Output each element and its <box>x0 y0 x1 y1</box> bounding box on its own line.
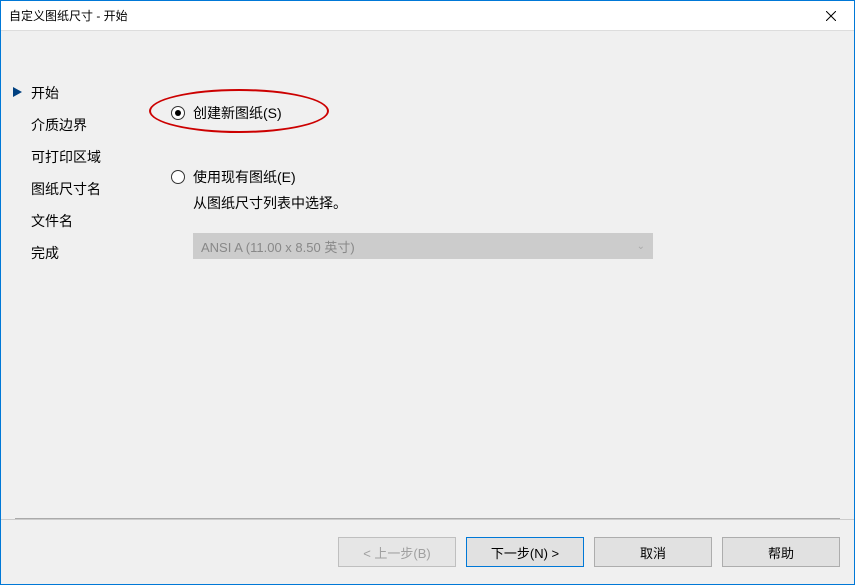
content-area: 开始 介质边界 可打印区域 图纸尺寸名 文件名 完成 创建新图纸(S) 使用现有… <box>1 31 854 519</box>
back-button: < 上一步(B) <box>338 537 456 567</box>
step-finish: 完成 <box>31 237 171 269</box>
radio-row-existing[interactable]: 使用现有图纸(E) <box>171 167 824 187</box>
radio-row-create[interactable]: 创建新图纸(S) <box>171 103 824 123</box>
step-file-name: 文件名 <box>31 205 171 237</box>
window-title: 自定义图纸尺寸 - 开始 <box>9 7 808 24</box>
step-printable-area: 可打印区域 <box>31 141 171 173</box>
close-icon <box>826 11 836 21</box>
main-panel: 创建新图纸(S) 使用现有图纸(E) 从图纸尺寸列表中选择。 ANSI A (1… <box>171 31 854 519</box>
next-button[interactable]: 下一步(N) > <box>466 537 584 567</box>
radio-existing-label: 使用现有图纸(E) <box>193 167 296 187</box>
radio-create-label: 创建新图纸(S) <box>193 103 282 123</box>
chevron-down-icon: ⌄ <box>637 241 645 252</box>
cancel-button[interactable]: 取消 <box>594 537 712 567</box>
paper-size-dropdown: ANSI A (11.00 x 8.50 英寸) ⌄ <box>193 233 653 259</box>
step-paper-size-name: 图纸尺寸名 <box>31 173 171 205</box>
radio-create-sheet[interactable] <box>171 106 185 120</box>
close-button[interactable] <box>808 1 854 31</box>
dropdown-selected-value: ANSI A (11.00 x 8.50 英寸) <box>201 237 355 256</box>
radio-use-existing[interactable] <box>171 170 185 184</box>
help-button[interactable]: 帮助 <box>722 537 840 567</box>
titlebar: 自定义图纸尺寸 - 开始 <box>1 1 854 31</box>
wizard-steps-sidebar: 开始 介质边界 可打印区域 图纸尺寸名 文件名 完成 <box>1 31 171 269</box>
footer-buttons: < 上一步(B) 下一步(N) > 取消 帮助 <box>1 519 854 584</box>
step-start: 开始 <box>31 77 171 109</box>
step-media-bounds: 介质边界 <box>31 109 171 141</box>
existing-subtext: 从图纸尺寸列表中选择。 <box>193 193 824 213</box>
